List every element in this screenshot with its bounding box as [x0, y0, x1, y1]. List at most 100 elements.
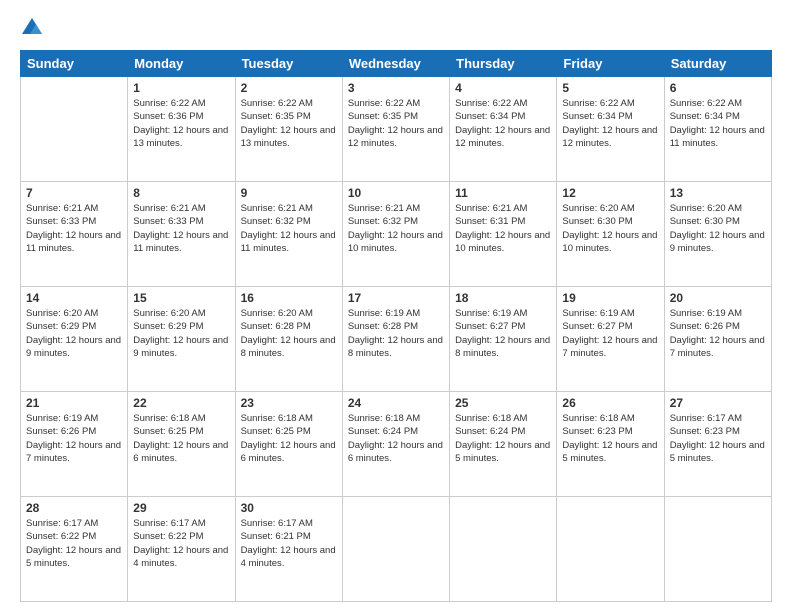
calendar-cell: 1 Sunrise: 6:22 AMSunset: 6:36 PMDaylight…	[128, 77, 235, 182]
day-number: 1	[133, 81, 229, 95]
weekday-header: Sunday	[21, 51, 128, 77]
calendar-cell: 30 Sunrise: 6:17 AMSunset: 6:21 PMDayligh…	[235, 497, 342, 602]
day-info: Sunrise: 6:22 AMSunset: 6:34 PMDaylight:…	[670, 97, 766, 150]
weekday-header: Friday	[557, 51, 664, 77]
calendar-header-row: SundayMondayTuesdayWednesdayThursdayFrid…	[21, 51, 772, 77]
day-number: 30	[241, 501, 337, 515]
day-number: 19	[562, 291, 658, 305]
calendar-cell: 13Sunrise: 6:20 AMSunset: 6:30 PMDayligh…	[664, 182, 771, 287]
calendar-cell: 18 Sunrise: 6:19 AMSunset: 6:27 PMDayligh…	[450, 287, 557, 392]
day-info: Sunrise: 6:22 AMSunset: 6:36 PMDaylight:…	[133, 97, 229, 150]
calendar-cell: 23 Sunrise: 6:18 AMSunset: 6:25 PMDayligh…	[235, 392, 342, 497]
calendar-week-row: 1 Sunrise: 6:22 AMSunset: 6:36 PMDaylight…	[21, 77, 772, 182]
calendar-cell: 20 Sunrise: 6:19 AMSunset: 6:26 PMDayligh…	[664, 287, 771, 392]
calendar-cell: 5 Sunrise: 6:22 AMSunset: 6:34 PMDaylight…	[557, 77, 664, 182]
calendar-cell: 9 Sunrise: 6:21 AMSunset: 6:32 PMDaylight…	[235, 182, 342, 287]
calendar-cell	[342, 497, 449, 602]
calendar-cell: 24 Sunrise: 6:18 AMSunset: 6:24 PMDayligh…	[342, 392, 449, 497]
calendar-cell: 6 Sunrise: 6:22 AMSunset: 6:34 PMDaylight…	[664, 77, 771, 182]
day-number: 7	[26, 186, 122, 200]
day-number: 13	[670, 186, 766, 200]
page: SundayMondayTuesdayWednesdayThursdayFrid…	[0, 0, 792, 612]
day-info: Sunrise: 6:19 AMSunset: 6:26 PMDaylight:…	[670, 307, 766, 360]
day-info: Sunrise: 6:20 AMSunset: 6:28 PMDaylight:…	[241, 307, 337, 360]
day-number: 23	[241, 396, 337, 410]
day-info: Sunrise: 6:20 AMSunset: 6:29 PMDaylight:…	[26, 307, 122, 360]
day-info: Sunrise: 6:21 AMSunset: 6:32 PMDaylight:…	[348, 202, 444, 255]
day-number: 22	[133, 396, 229, 410]
calendar-cell: 28Sunrise: 6:17 AMSunset: 6:22 PMDayligh…	[21, 497, 128, 602]
day-info: Sunrise: 6:21 AMSunset: 6:31 PMDaylight:…	[455, 202, 551, 255]
weekday-header: Saturday	[664, 51, 771, 77]
day-info: Sunrise: 6:19 AMSunset: 6:27 PMDaylight:…	[455, 307, 551, 360]
calendar-cell: 25Sunrise: 6:18 AMSunset: 6:24 PMDayligh…	[450, 392, 557, 497]
day-number: 3	[348, 81, 444, 95]
day-number: 12	[562, 186, 658, 200]
day-info: Sunrise: 6:17 AMSunset: 6:21 PMDaylight:…	[241, 517, 337, 570]
calendar-cell: 2 Sunrise: 6:22 AMSunset: 6:35 PMDaylight…	[235, 77, 342, 182]
day-info: Sunrise: 6:18 AMSunset: 6:23 PMDaylight:…	[562, 412, 658, 465]
day-info: Sunrise: 6:17 AMSunset: 6:23 PMDaylight:…	[670, 412, 766, 465]
calendar-cell: 14Sunrise: 6:20 AMSunset: 6:29 PMDayligh…	[21, 287, 128, 392]
calendar: SundayMondayTuesdayWednesdayThursdayFrid…	[20, 50, 772, 602]
calendar-cell: 27 Sunrise: 6:17 AMSunset: 6:23 PMDayligh…	[664, 392, 771, 497]
day-number: 10	[348, 186, 444, 200]
weekday-header: Monday	[128, 51, 235, 77]
weekday-header: Thursday	[450, 51, 557, 77]
calendar-cell: 11 Sunrise: 6:21 AMSunset: 6:31 PMDayligh…	[450, 182, 557, 287]
weekday-header: Tuesday	[235, 51, 342, 77]
day-number: 4	[455, 81, 551, 95]
logo-icon	[20, 16, 44, 40]
calendar-cell: 10 Sunrise: 6:21 AMSunset: 6:32 PMDayligh…	[342, 182, 449, 287]
day-info: Sunrise: 6:20 AMSunset: 6:29 PMDaylight:…	[133, 307, 229, 360]
calendar-week-row: 7 Sunrise: 6:21 AMSunset: 6:33 PMDaylight…	[21, 182, 772, 287]
calendar-cell: 26Sunrise: 6:18 AMSunset: 6:23 PMDayligh…	[557, 392, 664, 497]
day-info: Sunrise: 6:22 AMSunset: 6:34 PMDaylight:…	[562, 97, 658, 150]
day-info: Sunrise: 6:18 AMSunset: 6:24 PMDaylight:…	[348, 412, 444, 465]
calendar-week-row: 14Sunrise: 6:20 AMSunset: 6:29 PMDayligh…	[21, 287, 772, 392]
day-number: 21	[26, 396, 122, 410]
calendar-cell: 3Sunrise: 6:22 AMSunset: 6:35 PMDaylight…	[342, 77, 449, 182]
day-number: 5	[562, 81, 658, 95]
weekday-header: Wednesday	[342, 51, 449, 77]
day-number: 2	[241, 81, 337, 95]
day-number: 15	[133, 291, 229, 305]
day-info: Sunrise: 6:19 AMSunset: 6:28 PMDaylight:…	[348, 307, 444, 360]
calendar-cell	[21, 77, 128, 182]
calendar-cell: 8Sunrise: 6:21 AMSunset: 6:33 PMDaylight…	[128, 182, 235, 287]
day-info: Sunrise: 6:21 AMSunset: 6:32 PMDaylight:…	[241, 202, 337, 255]
day-number: 20	[670, 291, 766, 305]
calendar-cell: 12Sunrise: 6:20 AMSunset: 6:30 PMDayligh…	[557, 182, 664, 287]
day-info: Sunrise: 6:18 AMSunset: 6:25 PMDaylight:…	[241, 412, 337, 465]
calendar-body: 1 Sunrise: 6:22 AMSunset: 6:36 PMDaylight…	[21, 77, 772, 602]
calendar-cell: 19 Sunrise: 6:19 AMSunset: 6:27 PMDayligh…	[557, 287, 664, 392]
day-info: Sunrise: 6:19 AMSunset: 6:27 PMDaylight:…	[562, 307, 658, 360]
day-number: 29	[133, 501, 229, 515]
calendar-cell: 17Sunrise: 6:19 AMSunset: 6:28 PMDayligh…	[342, 287, 449, 392]
calendar-cell	[450, 497, 557, 602]
calendar-cell: 29 Sunrise: 6:17 AMSunset: 6:22 PMDayligh…	[128, 497, 235, 602]
day-info: Sunrise: 6:18 AMSunset: 6:25 PMDaylight:…	[133, 412, 229, 465]
day-info: Sunrise: 6:19 AMSunset: 6:26 PMDaylight:…	[26, 412, 122, 465]
day-number: 18	[455, 291, 551, 305]
day-info: Sunrise: 6:21 AMSunset: 6:33 PMDaylight:…	[133, 202, 229, 255]
calendar-week-row: 21 Sunrise: 6:19 AMSunset: 6:26 PMDayligh…	[21, 392, 772, 497]
day-info: Sunrise: 6:22 AMSunset: 6:35 PMDaylight:…	[241, 97, 337, 150]
logo	[20, 16, 48, 40]
calendar-cell	[664, 497, 771, 602]
calendar-cell: 15 Sunrise: 6:20 AMSunset: 6:29 PMDayligh…	[128, 287, 235, 392]
calendar-cell: 16Sunrise: 6:20 AMSunset: 6:28 PMDayligh…	[235, 287, 342, 392]
day-number: 11	[455, 186, 551, 200]
day-number: 27	[670, 396, 766, 410]
calendar-cell: 22 Sunrise: 6:18 AMSunset: 6:25 PMDayligh…	[128, 392, 235, 497]
day-number: 9	[241, 186, 337, 200]
day-info: Sunrise: 6:17 AMSunset: 6:22 PMDaylight:…	[133, 517, 229, 570]
day-info: Sunrise: 6:18 AMSunset: 6:24 PMDaylight:…	[455, 412, 551, 465]
calendar-week-row: 28Sunrise: 6:17 AMSunset: 6:22 PMDayligh…	[21, 497, 772, 602]
calendar-cell	[557, 497, 664, 602]
day-number: 24	[348, 396, 444, 410]
calendar-cell: 7Sunrise: 6:21 AMSunset: 6:33 PMDaylight…	[21, 182, 128, 287]
day-number: 6	[670, 81, 766, 95]
calendar-cell: 21 Sunrise: 6:19 AMSunset: 6:26 PMDayligh…	[21, 392, 128, 497]
day-info: Sunrise: 6:17 AMSunset: 6:22 PMDaylight:…	[26, 517, 122, 570]
